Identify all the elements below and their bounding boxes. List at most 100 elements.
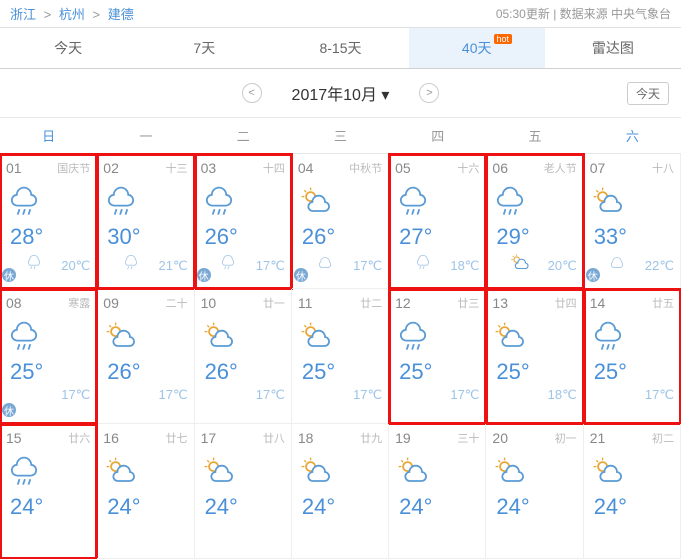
lunar-label: 寒露 (68, 295, 90, 311)
low-temp: 20℃ (61, 258, 90, 274)
today-button[interactable]: 今天 (627, 82, 669, 105)
high-temp: 24° (201, 494, 285, 520)
weekday-label: 四 (389, 118, 486, 153)
day-cell[interactable]: 18 廿九 24° (292, 424, 389, 559)
day-cell[interactable]: 04 中秋节 26° 17℃ 休 (292, 154, 389, 289)
month-title[interactable]: 2017年10月 ▾ (292, 81, 390, 105)
high-temp: 26° (103, 359, 187, 385)
header: 浙江 > 杭州 > 建德 05:30更新 | 数据来源 中央气象台 (0, 0, 681, 28)
weather-icon-day (103, 454, 187, 490)
high-temp: 24° (492, 494, 576, 520)
day-cell[interactable]: 11 廿二 25° 17℃ (292, 289, 389, 424)
high-temp: 26° (201, 224, 285, 250)
chevron-down-icon: ▾ (381, 87, 389, 104)
tab-2[interactable]: 8-15天 (272, 28, 408, 68)
crumb-district[interactable]: 建德 (108, 7, 134, 22)
high-temp: 28° (6, 224, 90, 250)
weekday-header: 日一二三四五六 (0, 118, 681, 154)
day-cell[interactable]: 13 廿四 25° 18℃ (486, 289, 583, 424)
tab-label: 7天 (193, 40, 215, 56)
lunar-label: 老人节 (544, 160, 577, 176)
lunar-label: 十六 (457, 160, 479, 176)
weather-icon-day (590, 319, 674, 355)
weather-icon-day (492, 454, 576, 490)
lunar-label: 国庆节 (57, 160, 90, 176)
weather-icon-day (590, 184, 674, 220)
day-number: 18 (298, 430, 314, 446)
day-cell[interactable]: 03 十四 26° 17℃ 休 (195, 154, 292, 289)
breadcrumb[interactable]: 浙江 > 杭州 > 建德 (10, 4, 134, 23)
day-number: 10 (201, 295, 217, 311)
weather-icon-day (395, 319, 479, 355)
lunar-label: 廿七 (166, 430, 188, 446)
day-cell[interactable]: 02 十三 30° 21℃ (97, 154, 194, 289)
day-cell[interactable]: 19 三十 24° (389, 424, 486, 559)
crumb-province[interactable]: 浙江 (10, 7, 36, 22)
high-temp: 29° (492, 224, 576, 250)
tab-0[interactable]: 今天 (0, 28, 136, 68)
lunar-label: 二十 (166, 295, 188, 311)
weather-icon-day (6, 319, 90, 355)
tab-label: 今天 (54, 40, 82, 56)
low-temp: 17℃ (450, 387, 479, 403)
lunar-label: 廿五 (652, 295, 674, 311)
high-temp: 27° (395, 224, 479, 250)
day-cell[interactable]: 14 廿五 25° 17℃ (584, 289, 681, 424)
low-temp: 17℃ (353, 387, 382, 403)
day-cell[interactable]: 07 十八 33° 22℃ 休 (584, 154, 681, 289)
high-temp: 25° (590, 359, 674, 385)
day-number: 06 (492, 160, 508, 176)
high-temp: 25° (6, 359, 90, 385)
lunar-label: 中秋节 (349, 160, 382, 176)
day-cell[interactable]: 20 初一 24° (486, 424, 583, 559)
lunar-label: 初二 (652, 430, 674, 446)
day-cell[interactable]: 15 廿六 24° (0, 424, 97, 559)
tab-1[interactable]: 7天 (136, 28, 272, 68)
day-cell[interactable]: 17 廿八 24° (195, 424, 292, 559)
weather-icon-day (395, 454, 479, 490)
tab-4[interactable]: 雷达图 (545, 28, 681, 68)
day-number: 01 (6, 160, 22, 176)
weather-icon-day (201, 454, 285, 490)
crumb-city[interactable]: 杭州 (59, 7, 85, 22)
weather-icon-night (606, 252, 628, 274)
weather-icon-day (298, 454, 382, 490)
weekday-label: 一 (97, 118, 194, 153)
day-cell[interactable]: 16 廿七 24° (97, 424, 194, 559)
high-temp: 25° (492, 359, 576, 385)
tab-3[interactable]: 40天hot (409, 28, 545, 68)
high-temp: 24° (6, 494, 90, 520)
weather-icon-night (217, 252, 239, 274)
day-number: 16 (103, 430, 119, 446)
weather-icon-day (201, 319, 285, 355)
high-temp: 26° (201, 359, 285, 385)
day-cell[interactable]: 09 二十 26° 17℃ (97, 289, 194, 424)
high-temp: 24° (590, 494, 674, 520)
high-temp: 25° (298, 359, 382, 385)
prev-month-button[interactable]: < (242, 83, 262, 103)
lunar-label: 廿四 (555, 295, 577, 311)
lunar-label: 廿八 (263, 430, 285, 446)
day-cell[interactable]: 08 寒露 25° 17℃ 休 (0, 289, 97, 424)
lunar-label: 十三 (166, 160, 188, 176)
next-month-button[interactable]: > (419, 83, 439, 103)
day-cell[interactable]: 10 廿一 26° 17℃ (195, 289, 292, 424)
day-number: 03 (201, 160, 217, 176)
tab-label: 40天 (462, 40, 492, 56)
day-cell[interactable]: 01 国庆节 28° 20℃ 休 (0, 154, 97, 289)
high-temp: 26° (298, 224, 382, 250)
holiday-badge: 休 (294, 268, 308, 282)
low-temp: 20℃ (548, 258, 577, 274)
lunar-label: 廿三 (457, 295, 479, 311)
weekday-label: 六 (584, 118, 681, 153)
crumb-sep: > (44, 7, 52, 22)
day-cell[interactable]: 12 廿三 25° 17℃ (389, 289, 486, 424)
day-cell[interactable]: 05 十六 27° 18℃ (389, 154, 486, 289)
weather-icon-day (103, 184, 187, 220)
day-cell[interactable]: 21 初二 24° (584, 424, 681, 559)
weather-icon-night (120, 252, 142, 274)
tab-label: 雷达图 (592, 40, 634, 56)
low-temp: 18℃ (450, 258, 479, 274)
tabs: 今天 7天 8-15天40天hot 雷达图 (0, 28, 681, 69)
day-cell[interactable]: 06 老人节 29° 20℃ (486, 154, 583, 289)
